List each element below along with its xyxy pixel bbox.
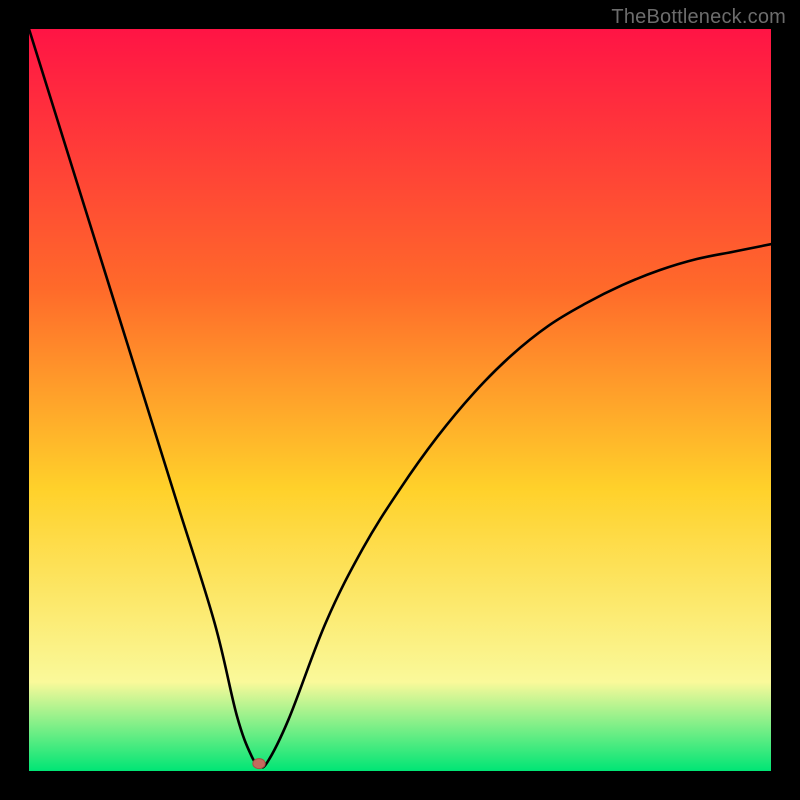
- chart-svg: [29, 29, 771, 771]
- minimum-marker-icon: [253, 759, 265, 769]
- watermark-text: TheBottleneck.com: [611, 6, 786, 29]
- chart-plot-area: [29, 29, 771, 771]
- chart-frame: TheBottleneck.com: [0, 0, 800, 800]
- gradient-background: [29, 29, 771, 771]
